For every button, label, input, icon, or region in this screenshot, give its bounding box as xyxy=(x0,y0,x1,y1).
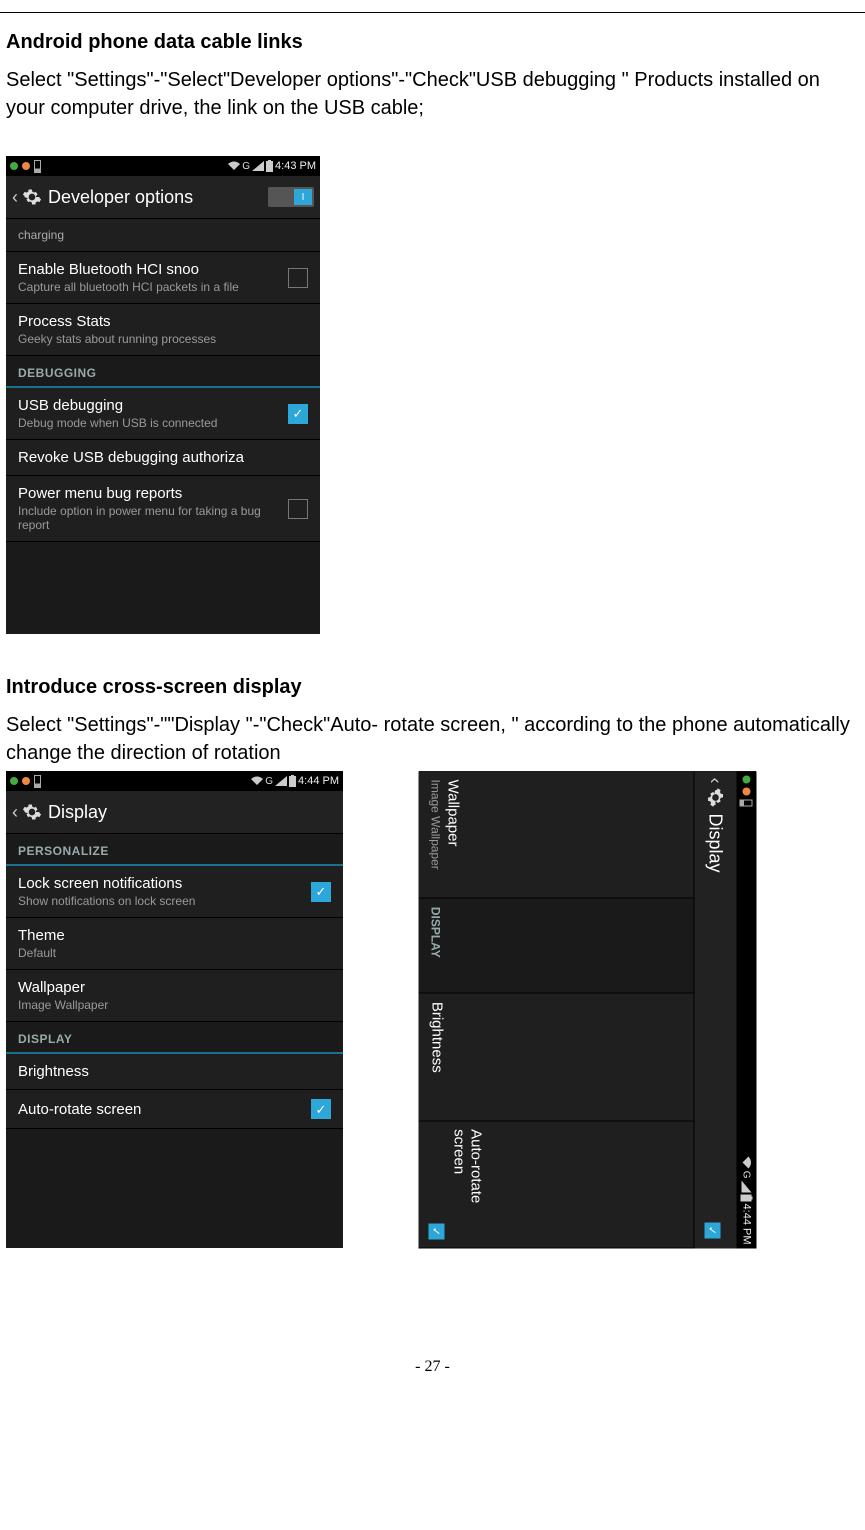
screen-title: Display xyxy=(705,813,726,1222)
section-1-heading: Android phone data cable links xyxy=(6,31,859,54)
back-icon[interactable]: ‹ xyxy=(12,802,18,823)
status-bar: G 4:44 PM xyxy=(736,771,756,1248)
status-dot-icon xyxy=(742,775,750,783)
settings-row[interactable]: Wallpaper Image Wallpaper xyxy=(6,970,343,1022)
settings-row[interactable]: Brightness xyxy=(6,1054,343,1090)
status-bar: G 4:44 PM xyxy=(6,771,343,791)
checkbox-on-icon[interactable] xyxy=(288,404,308,424)
row-subtitle: Geeky stats about running processes xyxy=(18,332,308,346)
row-title: Theme xyxy=(18,927,331,944)
section-header: DISPLAY xyxy=(418,898,693,993)
settings-row[interactable]: Power menu bug reports Include option in … xyxy=(6,476,320,542)
gear-icon xyxy=(705,787,725,807)
section-header: DISPLAY xyxy=(6,1022,343,1054)
signal-icon xyxy=(252,161,264,171)
row-title: charging xyxy=(18,228,308,242)
checkbox-on-icon[interactable]: ✓ xyxy=(428,1223,444,1239)
row-title: Lock screen notifications xyxy=(18,875,303,892)
title-bar[interactable]: ‹ Display ✓ xyxy=(693,771,736,1248)
master-toggle[interactable]: I xyxy=(268,187,314,207)
settings-row[interactable]: WallpaperImage Wallpaper xyxy=(418,771,693,898)
settings-row[interactable]: Theme Default xyxy=(6,918,343,970)
row-title: Auto-rotate screen xyxy=(450,1129,484,1239)
back-icon[interactable]: ‹ xyxy=(705,777,726,783)
network-type: G xyxy=(265,776,273,787)
settings-row[interactable]: Auto-rotate screen xyxy=(6,1090,343,1129)
row-title: Wallpaper xyxy=(444,779,461,889)
checkbox-off-icon[interactable] xyxy=(288,499,308,519)
screen-title: Developer options xyxy=(48,187,268,208)
settings-row[interactable]: Process Stats Geeky stats about running p… xyxy=(6,304,320,356)
network-type: G xyxy=(741,1170,752,1178)
signal-icon xyxy=(275,776,287,786)
settings-row[interactable]: Auto-rotate screen ✓ xyxy=(418,1121,693,1248)
title-bar[interactable]: ‹ Display xyxy=(6,791,343,834)
status-time: 4:43 PM xyxy=(275,160,316,172)
screenshot-developer-options: G 4:43 PM ‹ Developer options I charging… xyxy=(6,156,320,634)
checkbox-on-icon[interactable]: ✓ xyxy=(704,1222,720,1238)
gear-icon xyxy=(22,187,42,207)
status-battery-small-icon xyxy=(740,799,753,806)
row-subtitle: Debug mode when USB is connected xyxy=(18,416,280,430)
wifi-icon xyxy=(228,161,240,171)
status-battery-small-icon xyxy=(34,160,41,173)
status-time: 4:44 PM xyxy=(740,1203,752,1244)
status-dot-icon xyxy=(22,777,30,785)
wifi-icon xyxy=(251,776,263,786)
status-bar: G 4:43 PM xyxy=(6,156,320,176)
battery-icon xyxy=(289,775,296,787)
row-title: Auto-rotate screen xyxy=(18,1101,303,1118)
checkbox-on-icon[interactable] xyxy=(311,1099,331,1119)
row-title: Brightness xyxy=(18,1063,331,1080)
status-time: 4:44 PM xyxy=(298,775,339,787)
back-icon[interactable]: ‹ xyxy=(12,187,18,208)
section-header: DEBUGGING xyxy=(6,356,320,388)
row-subtitle: Show notifications on lock screen xyxy=(18,894,303,908)
status-dot-icon xyxy=(10,162,18,170)
settings-row[interactable]: USB debugging Debug mode when USB is conn… xyxy=(6,388,320,440)
screenshot-display-portrait: G 4:44 PM ‹ Display PERSONALIZELock scre… xyxy=(6,771,343,1248)
screen-title: Display xyxy=(48,802,337,823)
row-title: DISPLAY xyxy=(428,906,442,984)
row-subtitle: Include option in power menu for taking … xyxy=(18,504,280,532)
checkbox-off-icon[interactable] xyxy=(288,268,308,288)
top-rule xyxy=(0,12,865,13)
battery-icon xyxy=(266,160,273,172)
row-subtitle: Default xyxy=(18,946,331,960)
row-title: Power menu bug reports xyxy=(18,485,280,502)
settings-row[interactable]: Revoke USB debugging authoriza xyxy=(6,440,320,476)
page-number: - 27 - xyxy=(0,1358,865,1376)
status-dot-icon xyxy=(742,787,750,795)
gear-icon xyxy=(22,802,42,822)
row-subtitle: Image Wallpaper xyxy=(428,779,442,889)
settings-row[interactable]: charging xyxy=(6,219,320,252)
row-subtitle: Capture all bluetooth HCI packets in a f… xyxy=(18,280,280,294)
row-title: Enable Bluetooth HCI snoo xyxy=(18,261,280,278)
settings-row[interactable]: Lock screen notifications Show notificati… xyxy=(6,866,343,918)
row-title: Process Stats xyxy=(18,313,308,330)
row-title: Revoke USB debugging authoriza xyxy=(18,449,308,466)
battery-icon xyxy=(740,1194,752,1201)
status-battery-small-icon xyxy=(34,775,41,788)
signal-icon xyxy=(741,1180,751,1192)
row-subtitle: Image Wallpaper xyxy=(18,998,331,1012)
network-type: G xyxy=(242,161,250,172)
settings-row[interactable]: Brightness xyxy=(418,993,693,1120)
row-title: Wallpaper xyxy=(18,979,331,996)
section-2-body: Select "Settings"-""Display "-"Check"Aut… xyxy=(6,711,859,767)
section-1-body: Select "Settings"-"Select"Developer opti… xyxy=(6,66,859,122)
settings-row[interactable]: Enable Bluetooth HCI snoo Capture all blu… xyxy=(6,252,320,304)
row-title: USB debugging xyxy=(18,397,280,414)
title-bar[interactable]: ‹ Developer options I xyxy=(6,176,320,219)
wifi-icon xyxy=(741,1156,751,1168)
checkbox-on-icon[interactable] xyxy=(311,882,331,902)
row-title: Brightness xyxy=(428,1001,445,1111)
status-dot-icon xyxy=(22,162,30,170)
section-header: PERSONALIZE xyxy=(6,834,343,866)
screenshot-display-landscape: G 4:44 PM ‹ Display ✓ WallpaperImage Wal… xyxy=(419,771,756,1248)
section-2-heading: Introduce cross-screen display xyxy=(6,676,859,699)
status-dot-icon xyxy=(10,777,18,785)
